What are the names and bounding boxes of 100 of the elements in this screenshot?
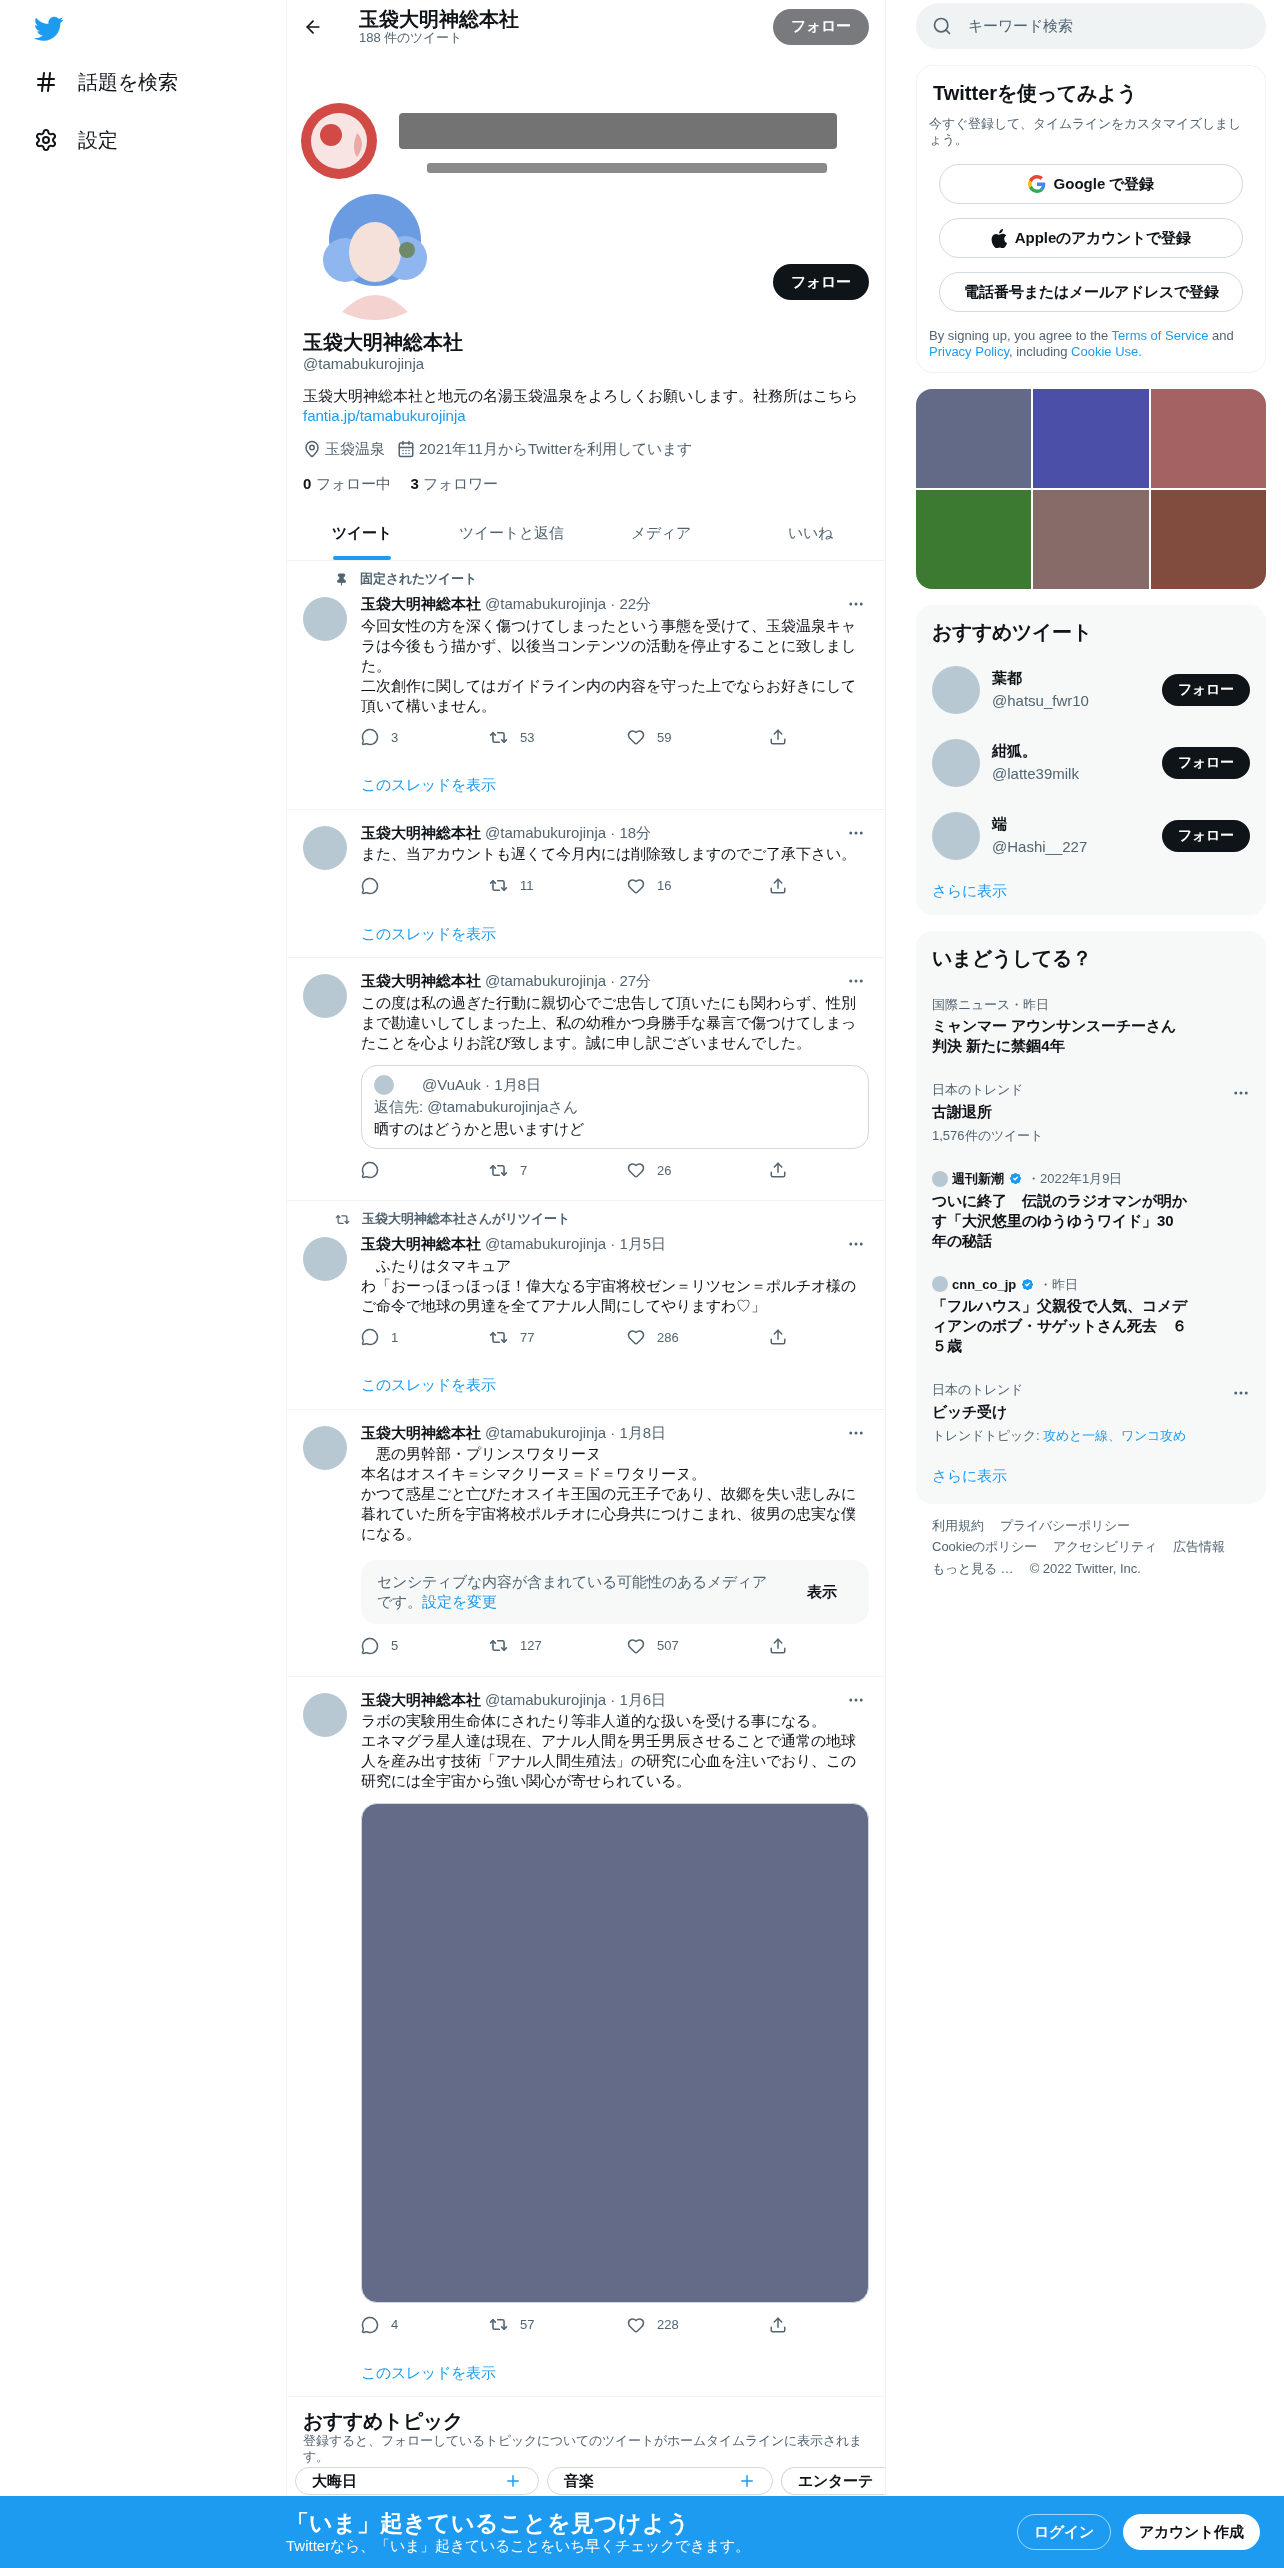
trend-item[interactable]: 日本のトレンド 古謝退所 1,576件のツイート (916, 1068, 1266, 1157)
tweet-author-name[interactable]: 玉袋大明神総本社 (361, 970, 481, 993)
footer-link[interactable]: 広告情報 (1173, 1537, 1226, 1557)
like-icon[interactable] (627, 1161, 645, 1180)
share-icon[interactable] (769, 728, 787, 747)
reply-icon[interactable] (361, 1328, 379, 1347)
topics-title: おすすめトピック (303, 2409, 464, 2433)
card-title: おすすめツイート (931, 620, 1093, 645)
trend-meta: 日本のトレンド (932, 1381, 1023, 1399)
like-icon[interactable] (627, 1636, 645, 1655)
followers-link[interactable]: 3 フォロワー (410, 472, 499, 495)
join-date: 2021年11月からTwitterを利用しています (419, 439, 693, 459)
trend-item[interactable]: 日本のトレンド ビッチ受け トレンドトピック: 攻めと一線、ワンコ攻め (916, 1368, 1266, 1457)
search-field[interactable]: キーワード検索 (916, 3, 1266, 49)
share-icon[interactable] (769, 1161, 787, 1180)
reply-to-text: 返信先: @tamabukurojinjaさん (374, 1096, 580, 1117)
like-icon[interactable] (627, 876, 645, 895)
user-name[interactable]: 紺狐。 (992, 740, 1150, 763)
media-thumbnail[interactable] (1150, 389, 1266, 488)
share-icon[interactable] (769, 1636, 787, 1655)
profile-tab[interactable]: ツイート (287, 507, 437, 560)
follow-button[interactable]: フォロー (1162, 819, 1250, 852)
nav-item[interactable]: 設定 (34, 120, 286, 160)
like-count: 286 (657, 1328, 679, 1347)
like-count: 26 (657, 1161, 672, 1180)
profile-tab[interactable]: いいね (735, 507, 885, 560)
show-button[interactable]: 表示 (791, 1576, 853, 1608)
tweet-meta: @tamabukurojinja · 27分 (485, 971, 652, 991)
follow-button[interactable]: フォロー (773, 264, 869, 300)
legal-text: By signing up, you agree to the Terms of Service and Privacy Policy, including Cookie Use. (929, 328, 1235, 360)
reply-icon[interactable] (361, 1636, 379, 1655)
user-name[interactable]: 葉都 (992, 667, 1150, 690)
footer-link[interactable]: 利用規約 (932, 1515, 984, 1535)
tweet-author-name[interactable]: 玉袋大明神総本社 (361, 821, 481, 844)
search-input[interactable]: キーワード検索 (968, 14, 1250, 38)
tweet-meta: @tamabukurojinja · 1月5日 (485, 1234, 667, 1254)
reply-icon[interactable] (361, 728, 379, 747)
user-handle: @latte39milk (992, 763, 1080, 784)
media-thumbnail[interactable] (1150, 490, 1266, 589)
trend-count: 1,576件のツイート (932, 1126, 1044, 1145)
copyright: © 2022 Twitter, Inc. (1029, 1559, 1141, 1578)
profile-location: 玉袋温泉 (325, 439, 385, 459)
reply-count: 5 (391, 1637, 399, 1655)
tweet-context-label: 固定されたツイート (360, 570, 477, 589)
card-title: いまどうしてる？ (931, 945, 1093, 971)
profile-name: 玉袋大明神総本社 (303, 330, 464, 354)
share-icon[interactable] (769, 1328, 787, 1347)
retweet-count: 7 (520, 1161, 528, 1180)
like-icon[interactable] (627, 2315, 645, 2334)
trend-title: 古謝退所 (932, 1101, 993, 1122)
follow-button[interactable]: フォロー (1162, 746, 1250, 779)
create-account-button[interactable]: アカウント作成 (1123, 2514, 1260, 2550)
reply-count: 1 (391, 1328, 399, 1347)
tweet-text: エネマグラ星人達は現在、アナル人間を男壬男辰させることで通常の地球人を産み出す技術「アナル人間生殖法」の研究に心血を注いでおり、この研究には全宇宙から強い関心が寄せられている。 (361, 1731, 857, 1791)
tweet-text: 今回女性の方を深く傷つけてしまったという事態を受けて、玉袋温泉キャラは今後もう描かず、以後当コンテンツの活動を停止することに致しました。 (361, 615, 857, 676)
reply-icon[interactable] (361, 2315, 379, 2334)
tweet-author-name[interactable]: 玉袋大明神総本社 (361, 1233, 481, 1256)
following-link[interactable]: 0 フォロー中 (303, 472, 391, 495)
signup-title: Twitterを使ってみよう (932, 81, 1139, 106)
tweet-author-name[interactable]: 玉袋大明神総本社 (361, 1688, 481, 1711)
footer-link[interactable]: もっと見る … (932, 1558, 1014, 1578)
profile-tab[interactable]: メディア (586, 507, 736, 560)
quoted-tweet[interactable]: @VuAuk · 1月8日 返信先: @tamabukurojinjaさん 晒すのはどうかと思いますけど (361, 1064, 869, 1149)
nav-item[interactable]: 話題を検索 (34, 62, 286, 102)
tweet-meta: @tamabukurojinja · 22分 (485, 594, 652, 614)
avatar (932, 1170, 948, 1187)
retweet-count: 57 (520, 2316, 535, 2334)
tweet-text: また、当アカウントも遅くて今月内には削除致しますのでご了承下さい。 (361, 844, 857, 864)
reply-icon[interactable] (361, 876, 379, 895)
hash-icon (34, 70, 58, 94)
footer-link[interactable]: プライバシーポリシー (1000, 1515, 1130, 1535)
follow-button[interactable]: フォロー (773, 8, 869, 45)
search-icon (932, 16, 952, 36)
share-icon[interactable] (769, 2315, 787, 2334)
settings-icon (34, 128, 58, 152)
footer-link[interactable]: アクセシビリティ (1053, 1537, 1158, 1557)
quote-text: 晒すのはどうかと思いますけど (374, 1118, 585, 1139)
media-thumbnail[interactable] (1033, 389, 1149, 488)
reply-icon[interactable] (361, 1161, 379, 1180)
like-icon[interactable] (627, 728, 645, 747)
footer-link[interactable]: Cookieのポリシー (932, 1537, 1038, 1557)
tweet-meta: @tamabukurojinja · 1月6日 (485, 1689, 667, 1710)
media-thumbnail[interactable] (916, 490, 1032, 589)
trend-item[interactable]: cnn_co_jp ・昨日 「フルハウス」父親役で人気、コメディアンのボブ・サゲットさん死去 ６５歳 (916, 1262, 1266, 1368)
follow-button[interactable]: フォロー (1162, 673, 1250, 706)
share-icon[interactable] (769, 876, 787, 895)
avatar (374, 1074, 394, 1095)
pin-icon (335, 572, 348, 586)
trend-source: cnn_co_jp (952, 1275, 1017, 1294)
trend-title: ビッチ受け (932, 1401, 1008, 1422)
tweet-author-name[interactable]: 玉袋大明神総本社 (361, 593, 481, 616)
bird-logo-icon[interactable] (34, 16, 64, 42)
user-name[interactable]: 端 (992, 813, 1150, 836)
like-icon[interactable] (627, 1328, 645, 1347)
media-thumbnail[interactable] (916, 389, 1032, 488)
trend-item[interactable]: 週刊新潮 ・2022年1月9日 ついに終了 伝説のラジオマンが明かす「大沢悠里のゆうゆうワイド」30年の秘話 (916, 1157, 1266, 1263)
tweet-author-name[interactable]: 玉袋大明神総本社 (361, 1421, 481, 1444)
trend-item[interactable]: 国際ニュース・昨日 ミャンマー アウンサンスーチーさん判決 新たに禁錮4年 (916, 982, 1266, 1068)
media-thumbnail[interactable] (1033, 490, 1149, 589)
profile-tab[interactable]: ツイートと返信 (436, 507, 586, 560)
